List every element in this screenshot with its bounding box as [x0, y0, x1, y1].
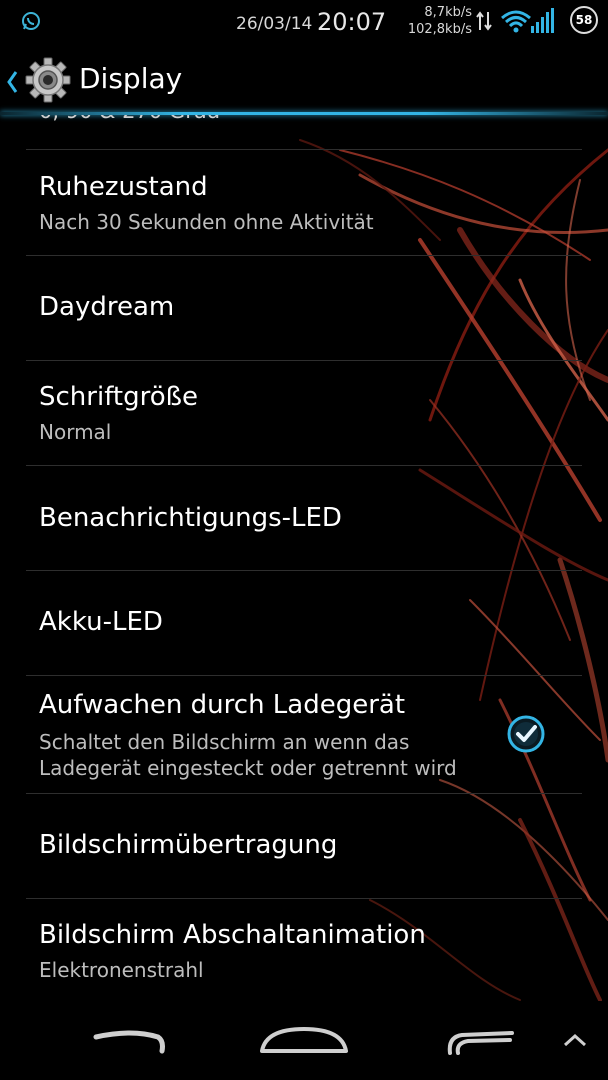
setting-font-size[interactable]: Schriftgröße Normal: [0, 361, 608, 465]
setting-title: Ruhezustand: [39, 172, 208, 202]
download-speed: 102,8kb/s: [407, 22, 472, 37]
setting-summary: Nach 30 Sekunden ohne Aktivität: [39, 210, 374, 234]
battery-level: 58: [575, 13, 593, 27]
signal-icon: [531, 8, 554, 33]
setting-cast-screen[interactable]: Bildschirmübertragung: [0, 794, 608, 898]
status-time: 20:07: [317, 8, 387, 36]
home-nav-icon[interactable]: [256, 1021, 352, 1061]
setting-summary-line-1: Schaltet den Bildschirm an wenn das: [39, 730, 410, 754]
setting-title: Daydream: [39, 292, 175, 322]
setting-title: Aufwachen durch Ladegerät: [39, 690, 406, 720]
partial-item-summary: 0, 90 & 270 Grad: [39, 115, 220, 123]
back-icon: [7, 71, 18, 93]
setting-title: Schriftgröße: [39, 382, 198, 412]
navigation-bar: [0, 1001, 608, 1080]
menu-up-icon[interactable]: [562, 1031, 588, 1049]
setting-battery-led[interactable]: Akku-LED: [0, 571, 608, 675]
whatsapp-icon: [22, 12, 40, 30]
screen: 26/03/14 20:07 8,7kb/s 102,8kb/s 58 Disp…: [0, 0, 608, 1080]
wifi-icon: [501, 10, 531, 33]
settings-gear-icon: [25, 57, 71, 103]
setting-wake-on-charger[interactable]: Aufwachen durch Ladegerät Schaltet den B…: [0, 676, 608, 793]
setting-notification-led[interactable]: Benachrichtigungs-LED: [0, 466, 608, 570]
battery-icon: 58: [570, 6, 598, 34]
settings-list[interactable]: 0, 90 & 270 Grad Ruhezustand Nach 30 Sek…: [0, 115, 608, 1001]
status-bar: 26/03/14 20:07 8,7kb/s 102,8kb/s 58: [0, 0, 608, 44]
setting-title: Akku-LED: [39, 607, 163, 637]
setting-summary: Elektronenstrahl: [39, 958, 204, 982]
setting-title: Bildschirm Abschaltanimation: [39, 920, 426, 950]
setting-summary-line-2: Ladegerät eingesteckt oder getrennt wird: [39, 756, 457, 780]
action-bar: Display: [0, 44, 608, 118]
back-nav-icon[interactable]: [92, 1023, 168, 1059]
setting-title: Bildschirmübertragung: [39, 830, 338, 860]
data-arrows-icon: [476, 11, 492, 31]
checkbox-checked-icon[interactable]: [506, 714, 546, 754]
network-speed: 8,7kb/s 102,8kb/s: [408, 4, 472, 38]
upload-speed: 8,7kb/s: [424, 5, 472, 20]
setting-screen-off-animation[interactable]: Bildschirm Abschaltanimation Elektronens…: [0, 899, 608, 1001]
setting-daydream[interactable]: Daydream: [0, 256, 608, 360]
recents-nav-icon[interactable]: [442, 1023, 518, 1059]
status-date: 26/03/14: [236, 14, 313, 34]
page-title: Display: [79, 62, 183, 95]
setting-title: Benachrichtigungs-LED: [39, 503, 342, 533]
setting-summary: Normal: [39, 420, 112, 444]
setting-sleep[interactable]: Ruhezustand Nach 30 Sekunden ohne Aktivi…: [0, 150, 608, 255]
